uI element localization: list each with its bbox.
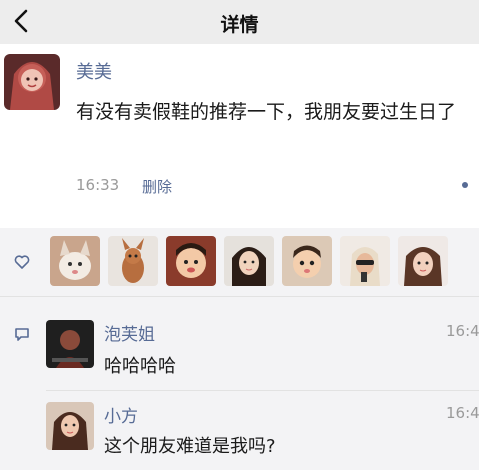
likes-divider xyxy=(0,296,479,297)
nav-bar: 详情 xyxy=(0,0,479,44)
comment-time: 16:4 xyxy=(446,404,479,422)
delete-link[interactable]: 删除 xyxy=(142,176,172,197)
heart-outline-icon xyxy=(14,255,30,269)
like-avatar[interactable] xyxy=(282,236,332,286)
like-avatar[interactable] xyxy=(50,236,100,286)
page-title: 详情 xyxy=(220,14,259,36)
more-options-icon[interactable] xyxy=(462,182,468,188)
post-author-avatar[interactable] xyxy=(4,54,60,110)
like-avatar[interactable] xyxy=(108,236,158,286)
like-avatar[interactable] xyxy=(398,236,448,286)
like-avatar[interactable] xyxy=(340,236,390,286)
like-avatar[interactable] xyxy=(166,236,216,286)
comment-text: 这个朋友难道是我吗? xyxy=(104,436,276,457)
like-avatar[interactable] xyxy=(224,236,274,286)
comment-time: 16:4 xyxy=(446,322,479,340)
comment-avatar[interactable] xyxy=(46,320,94,368)
comment-bubble-icon xyxy=(15,328,29,341)
comment-avatar[interactable] xyxy=(46,402,94,450)
post-time: 16:33 xyxy=(76,176,120,194)
comment-divider xyxy=(46,390,479,391)
comment-text: 哈哈哈哈 xyxy=(104,356,176,377)
post-author-name[interactable]: 美美 xyxy=(76,58,112,84)
moments-detail-page: 详情 美美 有没有卖假鞋的推荐一下，我朋友要过生日了 16:33 删除 泡芙姐 … xyxy=(0,0,479,470)
comment-author-name[interactable]: 小方 xyxy=(104,402,138,427)
comment-author-name[interactable]: 泡芙姐 xyxy=(104,320,155,345)
post-text: 有没有卖假鞋的推荐一下，我朋友要过生日了 xyxy=(76,101,457,123)
